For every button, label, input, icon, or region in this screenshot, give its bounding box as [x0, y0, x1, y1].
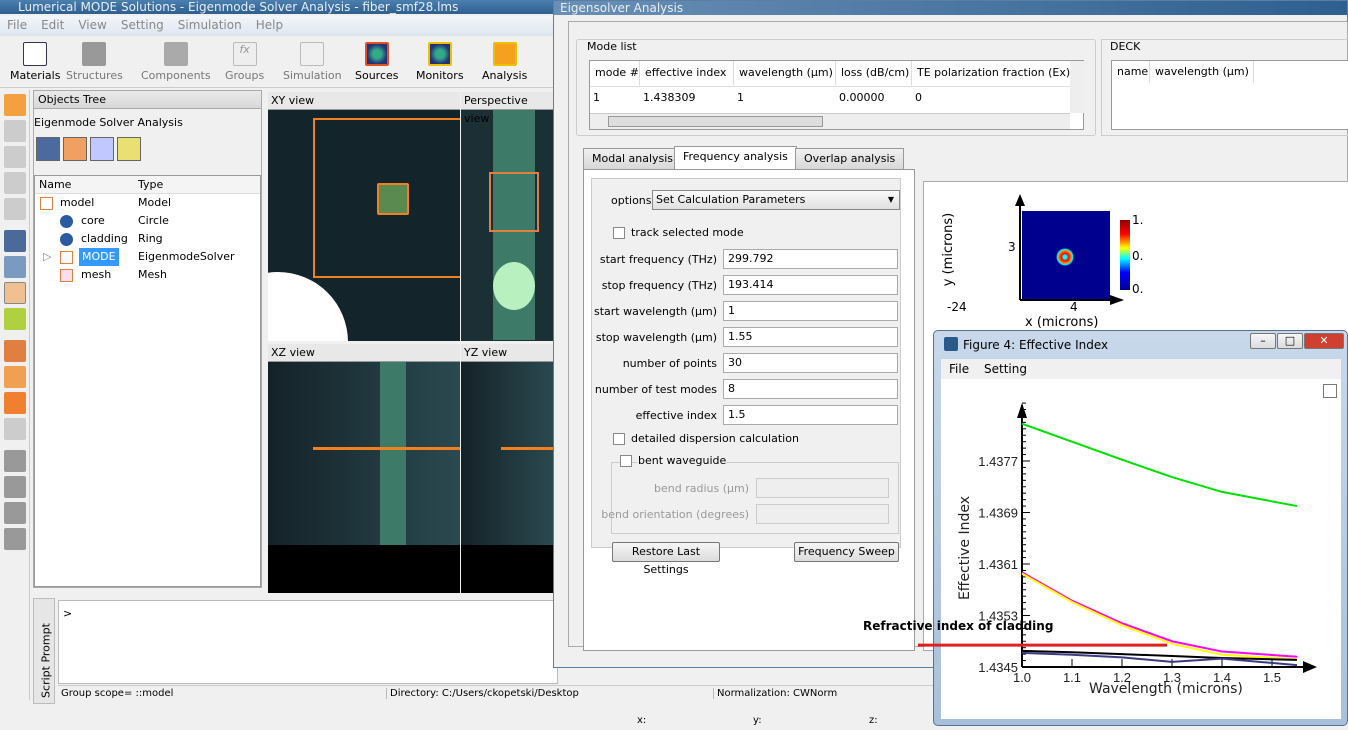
series-line-0	[1021, 422, 1298, 508]
y-tick-label: 1.4377	[978, 454, 1018, 469]
cladding-annotation: Refractive index of cladding	[863, 619, 1054, 633]
x-tick-label: 1.5	[1263, 670, 1281, 685]
y-tick-label: 1.4361	[978, 557, 1018, 572]
y-axis-label: Effective Index	[957, 495, 973, 601]
arrow-right-icon	[1303, 661, 1317, 673]
x-axis-label: Wavelength (microns)	[1089, 681, 1243, 697]
y-tick-label: 1.4369	[978, 506, 1018, 521]
x-tick-label: 1.1	[1063, 670, 1081, 685]
effective-index-chart: 1.43451.43531.43611.43691.43771.0 1.1 1.2 1…	[918, 402, 1317, 685]
x-tick-label: 1.0	[1013, 670, 1031, 685]
